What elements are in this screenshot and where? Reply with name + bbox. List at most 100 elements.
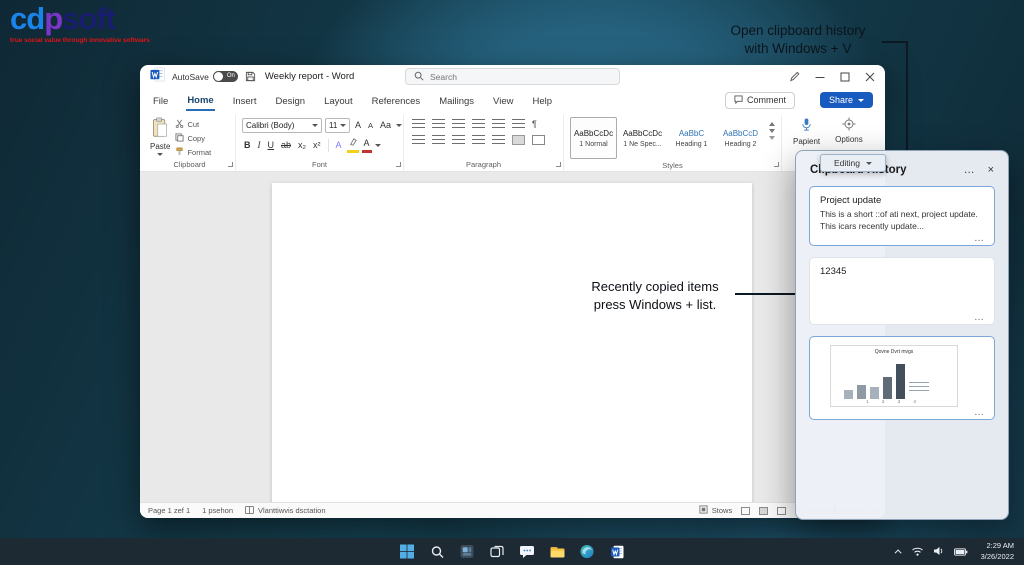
align-center-icon[interactable] [432, 135, 445, 145]
annotation-top-line2: with Windows + V [716, 40, 880, 58]
clipboard-item-chart[interactable]: Qovne Dvrt mvgs 1 2 3 4 … [809, 336, 995, 420]
font-color-button[interactable]: A [362, 137, 372, 153]
copy-button[interactable]: Copy [175, 133, 211, 144]
tab-file[interactable]: File [152, 91, 169, 110]
print-layout-icon[interactable] [759, 507, 768, 515]
read-mode-icon[interactable] [741, 507, 750, 515]
file-explorer-icon[interactable] [549, 543, 566, 560]
clipboard-item-number[interactable]: 12345 … [809, 257, 995, 325]
line-spacing-icon[interactable] [492, 135, 505, 145]
decrease-indent-icon[interactable] [472, 119, 485, 129]
strikethrough-button[interactable]: ab [279, 139, 293, 152]
show-formatting-icon[interactable]: ¶ [530, 119, 539, 129]
autosave-toggle[interactable]: On [213, 71, 238, 82]
start-button[interactable] [399, 543, 416, 560]
dialog-launcher-icon[interactable] [774, 162, 779, 167]
superscript-button[interactable]: x² [311, 139, 323, 152]
styles-gallery-scroll[interactable] [766, 117, 775, 159]
taskbar-word-icon[interactable] [609, 543, 626, 560]
focus-label: Stows [712, 506, 732, 515]
cut-button[interactable]: Cut [175, 119, 211, 130]
proofing-status[interactable]: Vlanttiwvis dsctation [245, 506, 326, 516]
align-left-icon[interactable] [412, 135, 425, 145]
scroll-down-icon[interactable] [769, 129, 775, 133]
tab-layout[interactable]: Layout [323, 91, 354, 110]
borders-icon[interactable] [532, 135, 545, 145]
volume-icon[interactable] [933, 543, 945, 561]
change-case-button[interactable]: Aa [378, 119, 393, 132]
grow-font-button[interactable]: A [353, 119, 363, 132]
style-heading2[interactable]: AaBbCcD Heading 2 [717, 117, 764, 159]
proofing-icon [245, 506, 254, 516]
item-more-icon[interactable]: … [974, 407, 985, 418]
scroll-up-icon[interactable] [769, 122, 775, 126]
tab-view[interactable]: View [492, 91, 514, 110]
save-icon[interactable] [245, 71, 256, 82]
increase-indent-icon[interactable] [492, 119, 505, 129]
shrink-font-button[interactable]: A [366, 119, 375, 132]
subscript-button[interactable]: x₂ [296, 139, 308, 152]
focus-icon [699, 505, 708, 516]
gallery-more-icon[interactable] [769, 136, 775, 140]
tab-references[interactable]: References [371, 91, 422, 110]
multilevel-list-icon[interactable] [452, 119, 465, 129]
document-page[interactable] [272, 183, 752, 502]
editing-group-dropdown[interactable]: Editing [820, 154, 886, 172]
autosave-control[interactable]: AutoSave On [172, 71, 238, 82]
format-painter-button[interactable]: Format [175, 147, 211, 158]
share-button[interactable]: Share [820, 92, 873, 108]
search-box[interactable] [405, 68, 620, 85]
comment-button[interactable]: Comment [725, 92, 795, 109]
taskbar-clock[interactable]: 2:29 AM 3/26/2022 [981, 541, 1014, 561]
focus-button[interactable]: Stows [699, 505, 732, 516]
taskbar-search-icon[interactable] [429, 543, 446, 560]
word-count[interactable]: 1 psehon [202, 506, 233, 515]
tab-home[interactable]: Home [186, 90, 214, 111]
tab-design[interactable]: Design [274, 91, 306, 110]
tab-mailings[interactable]: Mailings [438, 91, 475, 110]
paste-button[interactable]: Paste [150, 115, 170, 158]
justify-icon[interactable] [472, 135, 485, 145]
shading-icon[interactable] [512, 135, 525, 145]
item-more-icon[interactable]: … [974, 312, 985, 323]
align-right-icon[interactable] [452, 135, 465, 145]
web-layout-icon[interactable] [777, 507, 786, 515]
italic-button[interactable]: I [256, 139, 263, 152]
font-size-combo[interactable]: 11 [325, 118, 350, 133]
tab-help[interactable]: Help [531, 91, 553, 110]
close-panel-icon[interactable]: × [988, 164, 994, 176]
highlight-color-button[interactable] [347, 137, 359, 153]
wifi-icon[interactable] [911, 543, 924, 561]
minimize-button[interactable] [815, 72, 825, 82]
dialog-launcher-icon[interactable] [396, 162, 401, 167]
chat-icon[interactable] [519, 543, 536, 560]
numbering-icon[interactable] [432, 119, 445, 129]
font-name-combo[interactable]: Calibri (Body) [242, 118, 322, 133]
connector-line-top-horizontal [882, 41, 908, 43]
clipboard-item-text[interactable]: Project update This is a short ::of ati … [809, 186, 995, 246]
search-input[interactable] [430, 72, 611, 82]
bullets-icon[interactable] [412, 119, 425, 129]
edge-icon[interactable] [579, 543, 596, 560]
battery-icon[interactable] [954, 543, 968, 561]
dialog-launcher-icon[interactable] [556, 162, 561, 167]
page-indicator[interactable]: Page 1 zef 1 [148, 506, 190, 515]
widgets-icon[interactable] [459, 543, 476, 560]
dialog-launcher-icon[interactable] [228, 162, 233, 167]
draw-icon[interactable] [789, 71, 800, 82]
sort-icon[interactable] [512, 119, 525, 129]
bold-button[interactable]: B [242, 139, 253, 152]
underline-button[interactable]: U [266, 139, 277, 152]
share-label: Share [829, 95, 853, 105]
tab-insert[interactable]: Insert [232, 91, 258, 110]
maximize-button[interactable] [840, 72, 850, 82]
style-no-spacing[interactable]: AaBbCcDc 1 Ne Spec... [619, 117, 666, 159]
item-more-icon[interactable]: … [974, 233, 985, 244]
tray-chevron-up-icon[interactable] [894, 549, 901, 556]
text-effects-button[interactable]: A [334, 139, 344, 152]
task-view-icon[interactable] [489, 543, 506, 560]
style-normal[interactable]: AaBbCcDc 1 Normal [570, 117, 617, 159]
style-heading1[interactable]: AaBbC Heading 1 [668, 117, 715, 159]
close-button[interactable] [865, 72, 875, 82]
more-options-icon[interactable]: … [964, 164, 975, 176]
